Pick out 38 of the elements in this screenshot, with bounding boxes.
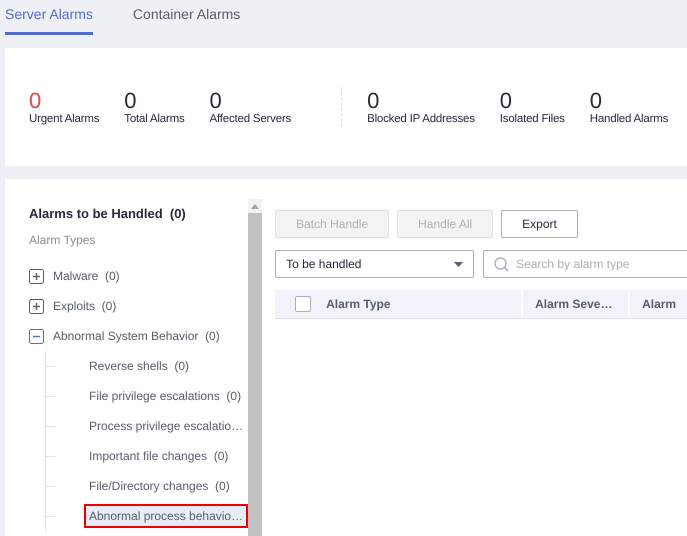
stat-label: Affected Servers: [210, 113, 292, 125]
tab[interactable]: Server Alarms: [5, 0, 93, 35]
tree-item[interactable]: Process privilege escalatio…: [84, 414, 248, 438]
tab[interactable]: Container Alarms: [132, 0, 240, 35]
column-header: Alarm Seve…: [523, 290, 628, 318]
stat-value: 0: [500, 89, 514, 113]
panel-subtitle: Alarm Types: [29, 233, 96, 247]
tree-item[interactable]: Reverse shells (0): [84, 354, 194, 378]
stat-label: Blocked IP Addresses: [367, 113, 475, 125]
tree-item[interactable]: Abnormal System Behavior (0): [53, 329, 220, 343]
tree-item[interactable]: Important file changes (0): [84, 444, 234, 468]
stat-value: 0: [367, 89, 380, 113]
stat-value: 0: [29, 89, 42, 113]
toolbar-button[interactable]: Export: [501, 210, 578, 238]
stat-label: Handled Alarms: [590, 113, 668, 125]
tree-item[interactable]: Abnormal process behavio…: [84, 504, 248, 528]
tree-item[interactable]: File privilege escalations (0): [84, 384, 246, 408]
scrollbar[interactable]: [248, 199, 262, 536]
column-title: Alarm Type: [326, 297, 391, 311]
panel-title: Alarms to be Handled (0): [29, 206, 187, 221]
status-dropdown[interactable]: To be handled: [275, 250, 474, 278]
stat-value: 0: [124, 89, 138, 113]
stat-value: 0: [210, 89, 223, 113]
caret-icon: [454, 262, 464, 266]
stat-label: Total Alarms: [124, 113, 184, 125]
stat-label: Isolated Files: [500, 113, 565, 125]
tree-item[interactable]: Exploits (0): [53, 299, 116, 313]
collapse-icon[interactable]: [29, 328, 44, 344]
expand-icon[interactable]: [29, 298, 44, 314]
search-field[interactable]: Search by alarm type: [483, 250, 687, 278]
stat-value: 0: [590, 89, 603, 113]
tree-item[interactable]: Malware (0): [53, 269, 120, 283]
select-all-checkbox[interactable]: [295, 296, 312, 312]
expand-icon[interactable]: [29, 268, 44, 284]
tree-item[interactable]: File/Directory changes (0): [84, 474, 235, 498]
stat-label: Urgent Alarms: [29, 113, 100, 125]
column-header: Alarm: [630, 290, 687, 318]
search-icon: [494, 257, 510, 272]
